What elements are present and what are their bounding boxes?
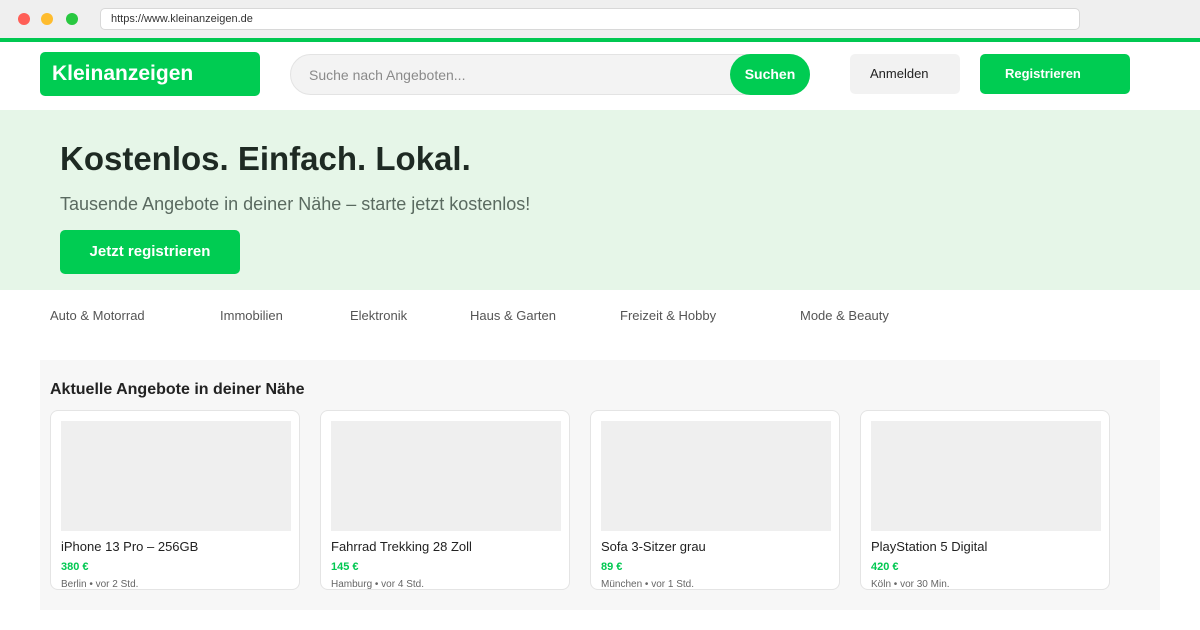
offer-image-placeholder bbox=[601, 421, 831, 531]
offer-price: 380 € bbox=[61, 561, 89, 573]
offer-price: 145 € bbox=[331, 561, 359, 573]
category-mode-beauty[interactable]: Mode & Beauty bbox=[800, 308, 889, 323]
offer-location-time: Berlin • vor 2 Std. bbox=[61, 579, 139, 590]
offer-title: PlayStation 5 Digital bbox=[871, 539, 988, 554]
hero-title: Kostenlos. Einfach. Lokal. bbox=[60, 140, 471, 177]
brand-accent-line bbox=[0, 38, 1200, 42]
search-bar: Suche n bbox=[290, 54, 810, 95]
offer-location-time: München • vor 1 Std. bbox=[601, 579, 694, 590]
hero-subtitle: Tausende Angebote in deiner Nähe – start… bbox=[60, 194, 531, 214]
offer-image-placeholder bbox=[871, 421, 1101, 531]
search-button[interactable]: Suchen bbox=[730, 54, 810, 95]
site-logo[interactable]: Kleinanzeigen bbox=[40, 52, 260, 96]
maximize-window-icon[interactable] bbox=[66, 13, 78, 25]
offer-location-time: Köln • vor 30 Min. bbox=[871, 579, 950, 590]
category-elektronik[interactable]: Elektronik bbox=[350, 308, 407, 323]
offer-card[interactable]: Sofa 3-Sitzer grau 89 € München • vor 1 … bbox=[590, 410, 840, 590]
offer-card[interactable]: PlayStation 5 Digital 420 € Köln • vor 3… bbox=[860, 410, 1110, 590]
close-window-icon[interactable] bbox=[18, 13, 30, 25]
browser-chrome: https://www.kleinanzeigen.de bbox=[0, 0, 1200, 38]
offers-title: Aktuelle Angebote in deiner Nähe bbox=[50, 381, 305, 398]
offer-image-placeholder bbox=[331, 421, 561, 531]
login-button[interactable]: Anmelden bbox=[850, 54, 960, 94]
category-freizeit-hobby[interactable]: Freizeit & Hobby bbox=[620, 308, 716, 323]
offer-title: iPhone 13 Pro – 256GB bbox=[61, 539, 199, 554]
category-auto-motorrad[interactable]: Auto & Motorrad bbox=[50, 308, 145, 323]
hero-banner: Kostenlos. Einfach. Lokal. Tausende Ange… bbox=[0, 110, 1200, 290]
offers-section: Aktuelle Angebote in deiner Nähe iPhone … bbox=[40, 360, 1160, 610]
register-button[interactable]: Registrieren bbox=[980, 54, 1130, 94]
offer-location-time: Hamburg • vor 4 Std. bbox=[331, 579, 424, 590]
offer-image-placeholder bbox=[61, 421, 291, 531]
offer-price: 420 € bbox=[871, 561, 899, 573]
offer-card[interactable]: Fahrrad Trekking 28 Zoll 145 € Hamburg •… bbox=[320, 410, 570, 590]
hero-register-button[interactable]: Jetzt registrieren bbox=[60, 230, 240, 274]
search-input[interactable] bbox=[309, 55, 729, 94]
address-bar[interactable]: https://www.kleinanzeigen.de bbox=[100, 8, 1080, 30]
minimize-window-icon[interactable] bbox=[41, 13, 53, 25]
category-haus-garten[interactable]: Haus & Garten bbox=[470, 308, 556, 323]
offer-price: 89 € bbox=[601, 561, 623, 573]
offer-card[interactable]: iPhone 13 Pro – 256GB 380 € Berlin • vor… bbox=[50, 410, 300, 590]
category-immobilien[interactable]: Immobilien bbox=[220, 308, 283, 323]
offer-title: Sofa 3-Sitzer grau bbox=[601, 539, 706, 554]
offer-title: Fahrrad Trekking 28 Zoll bbox=[331, 539, 472, 554]
